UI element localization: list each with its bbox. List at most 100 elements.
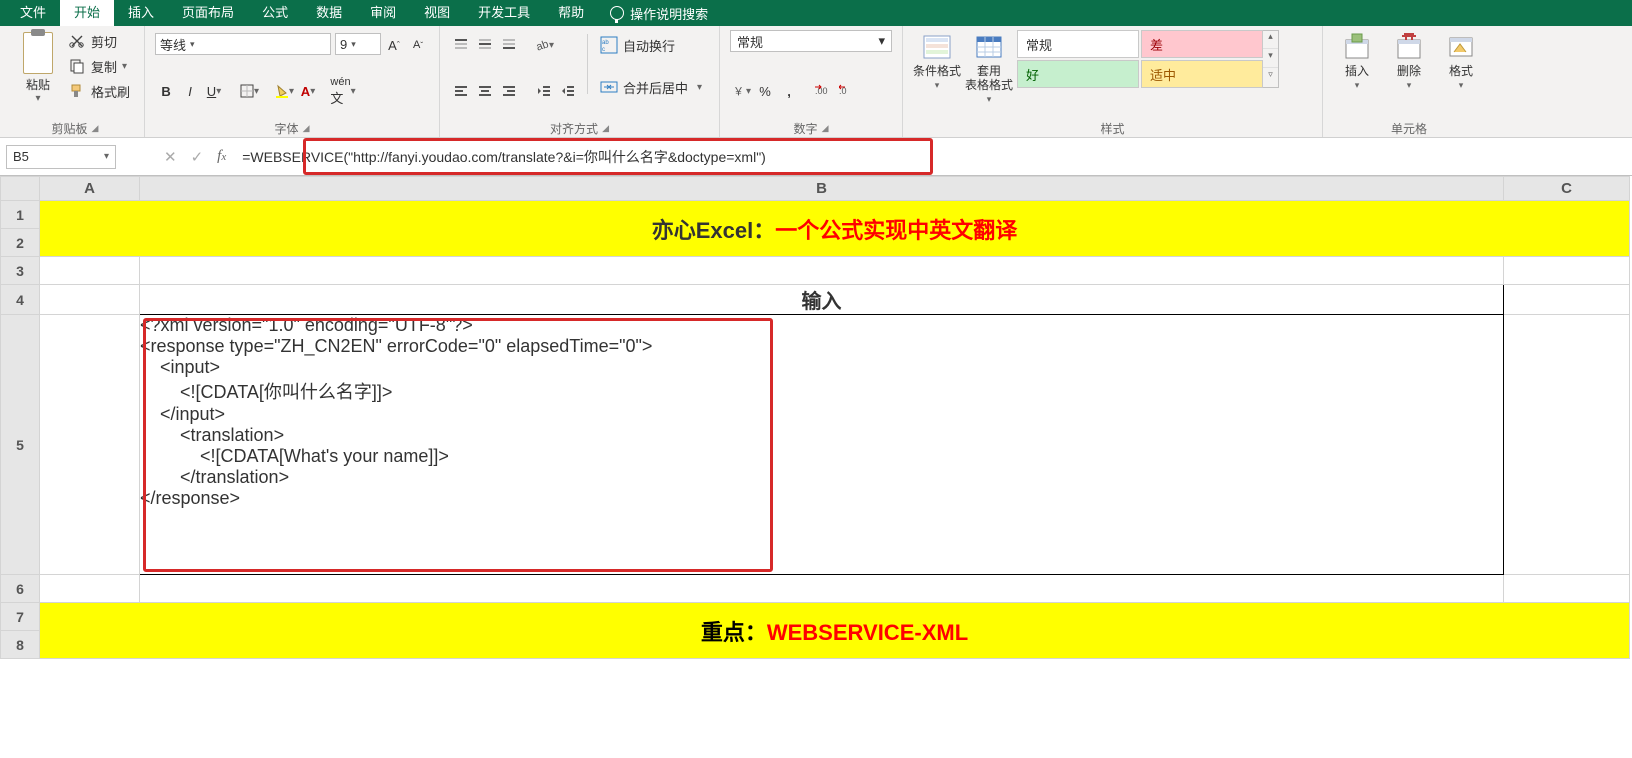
formula-bar: B5▾ ✕ ✓ fx =WEBSERVICE("http://fanyi.you…	[0, 138, 1632, 176]
style-neutral[interactable]: 适中	[1141, 60, 1263, 88]
wrap-text-label: 自动换行	[623, 36, 675, 55]
row-header-1[interactable]: 1	[1, 201, 40, 229]
align-center-button[interactable]	[474, 80, 496, 102]
cell-b5[interactable]: <?xml version="1.0" encoding="UTF-8"?> <…	[140, 315, 1504, 575]
cell-title-merged[interactable]: 亦心Excel：一个公式实现中英文翻译	[40, 201, 1630, 257]
menu-help[interactable]: 帮助	[544, 0, 598, 26]
menu-formulas[interactable]: 公式	[248, 0, 302, 26]
lightbulb-icon	[610, 6, 624, 20]
row-header-3[interactable]: 3	[1, 257, 40, 285]
align-top-button[interactable]	[450, 34, 472, 56]
decrease-decimal-button[interactable]: .0	[837, 80, 859, 102]
increase-font-button[interactable]: Aˆ	[383, 34, 405, 56]
row-header-4[interactable]: 4	[1, 285, 40, 315]
bold-button[interactable]: B	[155, 80, 177, 102]
col-header-c[interactable]: C	[1504, 177, 1630, 201]
menu-file[interactable]: 文件	[6, 0, 60, 26]
format-cells-button[interactable]: 格式 ▾	[1437, 30, 1485, 91]
fill-color-button[interactable]: ▾	[273, 80, 295, 102]
row-header-8[interactable]: 8	[1, 631, 40, 659]
clipboard-launcher[interactable]: ◢	[92, 123, 99, 134]
menu-view[interactable]: 视图	[410, 0, 464, 26]
col-header-a[interactable]: A	[40, 177, 140, 201]
increase-indent-button[interactable]	[557, 80, 579, 102]
merge-icon	[600, 78, 618, 96]
paintbrush-icon	[68, 82, 86, 100]
style-gallery-scroll[interactable]: ▴▾▿	[1263, 30, 1279, 88]
menu-insert[interactable]: 插入	[114, 0, 168, 26]
merge-center-button[interactable]: 合并后居中▾	[596, 72, 706, 102]
col-header-b[interactable]: B	[140, 177, 1504, 201]
copy-button[interactable]: 复制▾	[64, 55, 134, 77]
format-as-table-label: 套用 表格格式	[965, 64, 1013, 92]
number-caption: 数字	[794, 120, 818, 137]
align-right-button[interactable]	[498, 80, 520, 102]
increase-decimal-button[interactable]: .00	[813, 80, 835, 102]
cut-label: 剪切	[91, 32, 117, 51]
underline-button[interactable]: U▾	[203, 80, 225, 102]
cell-b3[interactable]	[140, 257, 1504, 285]
insert-function-button[interactable]: fx	[217, 148, 226, 165]
select-all-corner[interactable]	[1, 177, 40, 201]
menu-home[interactable]: 开始	[60, 0, 114, 26]
number-format-combo[interactable]: 常规▾	[730, 30, 892, 52]
menu-data[interactable]: 数据	[302, 0, 356, 26]
borders-button[interactable]: ▾	[238, 80, 260, 102]
cut-button[interactable]: 剪切	[64, 30, 134, 52]
tell-me-search[interactable]: 操作说明搜索	[598, 4, 720, 23]
style-good[interactable]: 好	[1017, 60, 1139, 88]
decrease-indent-button[interactable]	[533, 80, 555, 102]
cell-b4[interactable]: 输入	[140, 285, 1504, 315]
menu-page-layout[interactable]: 页面布局	[168, 0, 248, 26]
cell-c6[interactable]	[1504, 575, 1630, 603]
align-middle-button[interactable]	[474, 34, 496, 56]
number-launcher[interactable]: ◢	[822, 123, 829, 134]
wrap-text-button[interactable]: abc 自动换行	[596, 30, 706, 60]
worksheet-grid[interactable]: A B C 1 亦心Excel：一个公式实现中英文翻译 2 3 4 输入	[0, 176, 1632, 758]
row-header-7[interactable]: 7	[1, 603, 40, 631]
cell-c5[interactable]	[1504, 315, 1630, 575]
font-size-combo[interactable]: 9▾	[335, 33, 381, 55]
font-name-combo[interactable]: 等线▾	[155, 33, 331, 55]
font-launcher[interactable]: ◢	[303, 123, 310, 134]
cell-c3[interactable]	[1504, 257, 1630, 285]
orientation-button[interactable]: ab▾	[533, 34, 555, 56]
menu-developer[interactable]: 开发工具	[464, 0, 544, 26]
accounting-format-button[interactable]: ￥▾	[730, 80, 752, 102]
cell-a6[interactable]	[40, 575, 140, 603]
name-box[interactable]: B5▾	[6, 145, 116, 169]
cell-a3[interactable]	[40, 257, 140, 285]
percent-button[interactable]: %	[754, 80, 776, 102]
paste-button[interactable]: 粘贴 ▾	[16, 30, 60, 104]
format-painter-button[interactable]: 格式刷	[64, 80, 134, 102]
row-header-2[interactable]: 2	[1, 229, 40, 257]
row-header-6[interactable]: 6	[1, 575, 40, 603]
style-bad[interactable]: 差	[1141, 30, 1263, 58]
insert-cells-button[interactable]: 插入 ▾	[1333, 30, 1381, 91]
enter-formula-button[interactable]: ✓	[191, 148, 204, 166]
cell-bottom-merged[interactable]: 重点：WEBSERVICE-XML	[40, 603, 1630, 659]
cell-b6[interactable]	[140, 575, 1504, 603]
font-caption: 字体	[275, 120, 299, 137]
font-color-button[interactable]: A▾	[297, 80, 319, 102]
cell-a5[interactable]	[40, 315, 140, 575]
italic-button[interactable]: I	[179, 80, 201, 102]
align-left-button[interactable]	[450, 80, 472, 102]
cancel-formula-button[interactable]: ✕	[164, 148, 177, 166]
alignment-launcher[interactable]: ◢	[602, 123, 609, 134]
cell-c4[interactable]	[1504, 285, 1630, 315]
align-bottom-button[interactable]	[498, 34, 520, 56]
format-as-table-button[interactable]: 套用 表格格式 ▾	[965, 30, 1013, 105]
conditional-format-button[interactable]: 条件格式 ▾	[913, 30, 961, 91]
cell-a4[interactable]	[40, 285, 140, 315]
comma-style-button[interactable]: ,	[778, 80, 800, 102]
row-header-5[interactable]: 5	[1, 315, 40, 575]
formula-input[interactable]: =WEBSERVICE("http://fanyi.youdao.com/tra…	[236, 145, 1632, 169]
style-normal[interactable]: 常规	[1017, 30, 1139, 58]
decrease-font-button[interactable]: Aˇ	[407, 34, 429, 56]
number-format-value: 常规	[737, 32, 763, 51]
phonetic-button[interactable]: wén文▾	[332, 80, 354, 102]
cell-styles-gallery[interactable]: 常规 差 好 适中	[1017, 30, 1263, 88]
menu-review[interactable]: 审阅	[356, 0, 410, 26]
delete-cells-button[interactable]: 删除 ▾	[1385, 30, 1433, 91]
